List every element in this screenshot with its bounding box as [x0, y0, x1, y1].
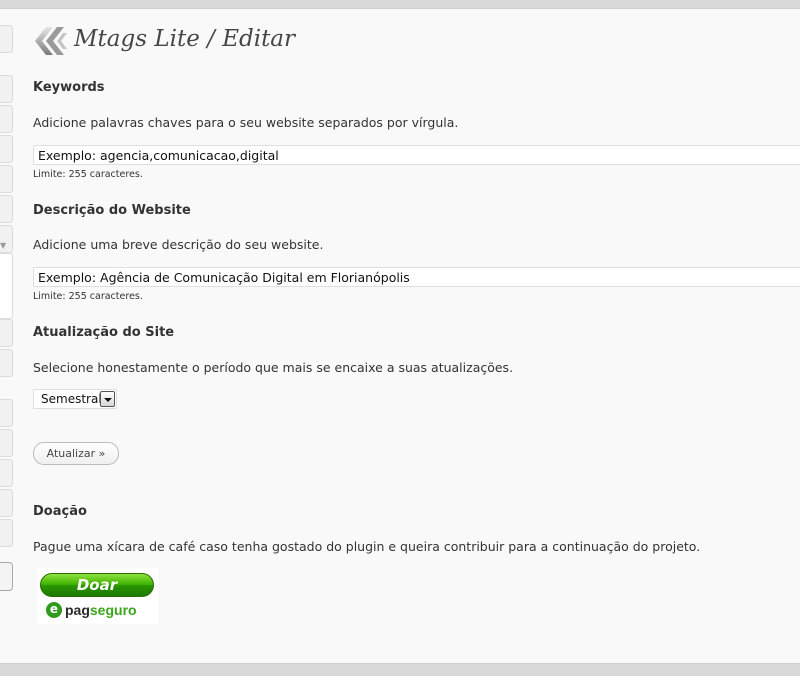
mtags-logo-icon — [35, 27, 67, 55]
pagseguro-wordmark: pagseguro — [65, 602, 137, 618]
chevron-down-icon: ▼ — [0, 241, 7, 250]
pagseguro-wordmark-prefix: pag — [65, 602, 90, 618]
sidebar-item[interactable] — [0, 75, 13, 103]
site-description-heading: Descrição do Website — [33, 203, 191, 218]
page-title: Mtags Lite / Editar — [74, 26, 296, 52]
keywords-input[interactable] — [33, 145, 800, 165]
admin-sidebar: ▼ — [0, 9, 14, 663]
sidebar-item[interactable] — [0, 489, 13, 517]
site-description-text: Adicione uma breve descrição do seu webs… — [33, 237, 324, 252]
site-description-input[interactable] — [33, 267, 800, 287]
sidebar-item[interactable] — [0, 165, 13, 193]
sidebar-item[interactable] — [0, 105, 13, 133]
donation-description: Pague uma xícara de café caso tenha gost… — [33, 539, 701, 554]
sidebar-item[interactable] — [0, 459, 13, 487]
chevron-down-icon[interactable] — [100, 391, 115, 407]
sidebar-item[interactable] — [0, 429, 13, 457]
select-value: Semestral — [41, 392, 102, 406]
pagseguro-donate-widget[interactable]: Doar e pagseguro — [37, 568, 158, 624]
top-bar — [0, 0, 800, 9]
sidebar-item[interactable] — [0, 349, 13, 377]
sidebar-item[interactable] — [0, 253, 13, 319]
pagseguro-wordmark-suffix: seguro — [89, 602, 137, 618]
site-update-description: Selecione honestamente o período que mai… — [33, 360, 514, 375]
sidebar-item[interactable] — [0, 195, 13, 223]
keywords-description: Adicione palavras chaves para o seu webs… — [33, 115, 459, 130]
bottom-bar — [0, 663, 800, 676]
sidebar-item[interactable] — [0, 399, 13, 427]
site-description-limit-hint: Limite: 255 caracteres. — [33, 291, 143, 302]
sidebar-item[interactable] — [0, 319, 13, 347]
sidebar-item[interactable] — [0, 25, 13, 53]
sidebar-item[interactable] — [0, 135, 13, 163]
update-frequency-select[interactable]: Semestral — [33, 389, 117, 409]
sidebar-item[interactable] — [0, 519, 13, 547]
donation-heading: Doação — [33, 504, 87, 519]
keywords-heading: Keywords — [33, 80, 105, 95]
keywords-limit-hint: Limite: 255 caracteres. — [33, 169, 143, 180]
site-update-heading: Atualização do Site — [33, 325, 175, 340]
donate-button[interactable]: Doar — [40, 573, 154, 597]
sidebar-collapse-button[interactable] — [0, 562, 13, 591]
update-button[interactable]: Atualizar » — [33, 442, 119, 465]
pagseguro-mark-icon: e — [46, 602, 62, 618]
